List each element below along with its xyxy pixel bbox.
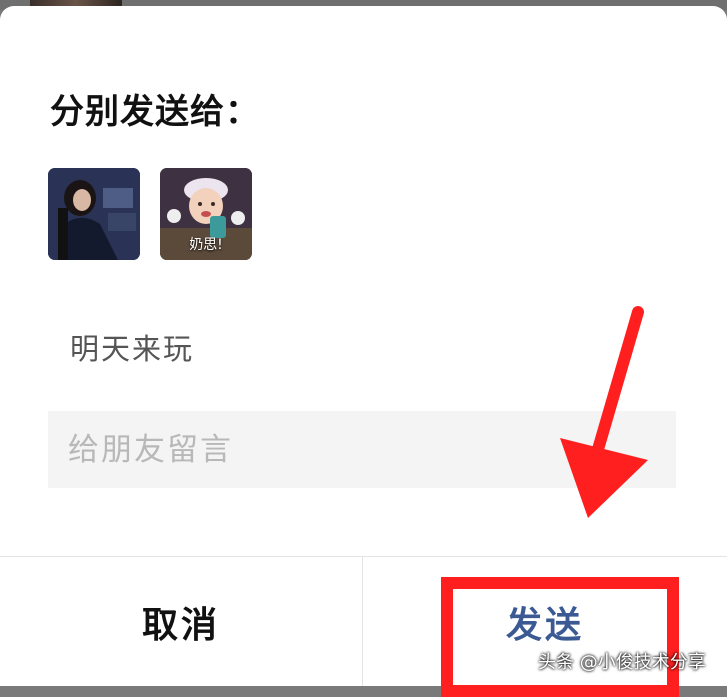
recipient-avatar-1-image (48, 168, 140, 260)
cancel-button[interactable]: 取消 (0, 557, 362, 686)
shared-message-text: 明天来玩 (70, 332, 195, 366)
recipient-avatar-1[interactable] (48, 168, 140, 260)
watermark-text: 头条 @小俊技术分享 (538, 652, 706, 673)
dialog-title: 分别发送给： (50, 92, 260, 132)
recipient-avatar-2-caption: 奶思! (189, 237, 223, 253)
red-arrow-icon (560, 306, 648, 518)
recipient-avatar-2[interactable]: 奶思! (160, 168, 252, 260)
